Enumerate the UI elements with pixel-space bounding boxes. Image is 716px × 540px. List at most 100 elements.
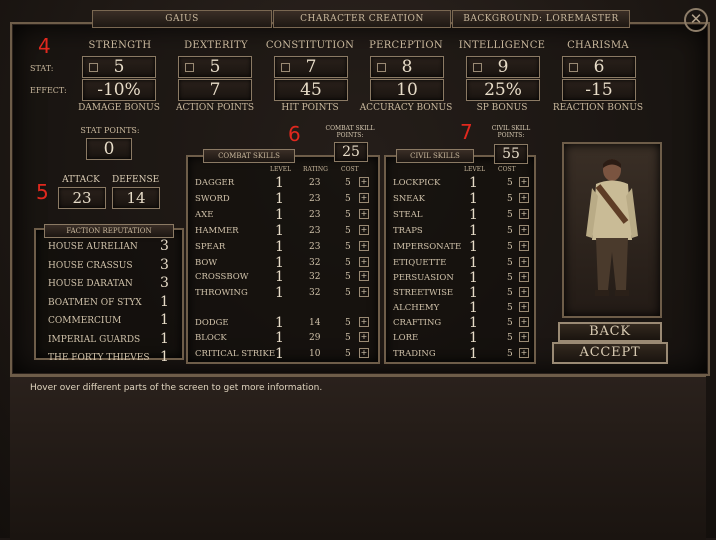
effect-row-label: EFFECT: [30, 86, 67, 95]
stat-value-box[interactable]: 8 [370, 56, 444, 78]
stat-row-label: STAT: [30, 64, 54, 73]
stat-value: 5 [113, 57, 125, 77]
plus-icon[interactable]: + [519, 332, 529, 342]
plus-icon[interactable]: + [519, 317, 529, 327]
info-text: Hover over different parts of the screen… [30, 383, 323, 393]
plus-icon[interactable]: + [359, 257, 369, 267]
stat-checkbox[interactable] [377, 63, 386, 72]
effect-value-box: 45 [274, 79, 348, 101]
stat-points-label: STAT POINTS: [80, 126, 140, 135]
skill-level: 1 [469, 239, 478, 255]
skill-cost: 5 [507, 226, 513, 236]
plus-icon[interactable]: + [519, 225, 529, 235]
skill-cost: 5 [507, 210, 513, 220]
combat-skill-row: THROWING 1 32 5 + [195, 285, 371, 301]
stat-checkbox[interactable] [89, 63, 98, 72]
civil-skill-row: IMPERSONATE 1 5 + [393, 239, 529, 255]
stat-value-box[interactable]: 6 [562, 56, 636, 78]
character-name-tab[interactable]: GAIUS [92, 10, 272, 28]
combat-skill-row: DAGGER 1 23 5 + [195, 175, 371, 191]
skill-cost: 5 [507, 258, 513, 268]
accept-button[interactable]: ACCEPT [552, 342, 668, 364]
combat-skill-points-label: COMBAT SKILL POINTS: [325, 125, 375, 139]
plus-icon[interactable]: + [359, 348, 369, 358]
stat-value-box[interactable]: 5 [178, 56, 252, 78]
plus-icon[interactable]: + [359, 332, 369, 342]
skill-level: 1 [275, 239, 284, 255]
stat-value: 6 [593, 57, 605, 77]
close-button[interactable]: ✕ [684, 8, 708, 32]
background-tab[interactable]: BACKGROUND: LOREMASTER [452, 10, 630, 28]
plus-icon[interactable]: + [359, 225, 369, 235]
civil-skill-row: STEAL 1 5 + [393, 207, 529, 223]
stat-checkbox[interactable] [569, 63, 578, 72]
skill-level: 1 [275, 285, 284, 301]
skill-rating: 23 [309, 194, 321, 204]
plus-icon[interactable]: + [519, 209, 529, 219]
plus-icon[interactable]: + [519, 302, 529, 312]
character-portrait [562, 142, 662, 318]
plus-icon[interactable]: + [359, 241, 369, 251]
skill-name: SPEAR [195, 242, 226, 252]
effect-value-box: -10% [82, 79, 156, 101]
stat-points-value: 0 [86, 138, 132, 160]
plus-icon[interactable]: + [359, 209, 369, 219]
plus-icon[interactable]: + [359, 271, 369, 281]
stat-checkbox[interactable] [281, 63, 290, 72]
skill-cost: 5 [345, 349, 351, 359]
back-button[interactable]: BACK [558, 322, 662, 342]
character-figure-icon [586, 159, 638, 296]
annotation-7: 7 [460, 120, 473, 144]
plus-icon[interactable]: + [519, 241, 529, 251]
stat-checkbox[interactable] [473, 63, 482, 72]
skill-level: 1 [469, 346, 478, 362]
stat-value: 5 [209, 57, 221, 77]
skill-cost: 5 [345, 226, 351, 236]
civil-skill-row: LOCKPICK 1 5 + [393, 175, 529, 191]
faction-name: BOATMEN OF STYX [48, 297, 142, 308]
skill-name: SWORD [195, 194, 230, 204]
skill-level: 1 [469, 270, 478, 286]
faction-value: 1 [160, 330, 169, 347]
skill-name: TRAPS [393, 226, 423, 236]
plus-icon[interactable]: + [359, 177, 369, 187]
effect-value-box: 10 [370, 79, 444, 101]
plus-icon[interactable]: + [519, 257, 529, 267]
combat-skill-row: CROSSBOW 1 32 5 + [195, 269, 371, 285]
plus-icon[interactable]: + [359, 317, 369, 327]
stat-name: CHARISMA [567, 40, 629, 51]
plus-icon[interactable]: + [519, 287, 529, 297]
plus-icon[interactable]: + [359, 193, 369, 203]
stat-name: PERCEPTION [369, 40, 443, 51]
skill-level: 1 [469, 255, 478, 271]
civil-level-header: LEVEL [464, 166, 486, 173]
effect-name: ACTION POINTS [175, 103, 255, 113]
plus-icon[interactable]: + [519, 272, 529, 282]
combat-cost-header: COST [341, 166, 359, 173]
effect-name: SP BONUS [476, 103, 528, 113]
combat-skill-row: AXE 1 23 5 + [195, 207, 371, 223]
civil-skill-row: CRAFTING 1 5 + [393, 315, 529, 331]
stat-checkbox[interactable] [185, 63, 194, 72]
stat-value-box[interactable]: 9 [466, 56, 540, 78]
character-creation-tab: CHARACTER CREATION [273, 10, 451, 28]
stat-value-box[interactable]: 7 [274, 56, 348, 78]
skill-level: 1 [469, 175, 478, 191]
plus-icon[interactable]: + [519, 348, 529, 358]
skill-name: PERSUASION [393, 273, 454, 283]
plus-icon[interactable]: + [359, 287, 369, 297]
skill-cost: 5 [507, 333, 513, 343]
stat-value-box[interactable]: 5 [82, 56, 156, 78]
effect-value: 45 [300, 80, 322, 100]
skill-cost: 5 [345, 194, 351, 204]
skill-name: SNEAK [393, 194, 425, 204]
skill-cost: 5 [345, 288, 351, 298]
civil-skill-row: TRADING 1 5 + [393, 346, 529, 362]
combat-rating-header: RATING [303, 166, 328, 173]
annotation-4: 4 [38, 34, 51, 58]
skill-name: LORE [393, 333, 419, 343]
plus-icon[interactable]: + [519, 193, 529, 203]
skill-rating: 14 [309, 318, 321, 328]
skill-cost: 5 [345, 272, 351, 282]
plus-icon[interactable]: + [519, 177, 529, 187]
